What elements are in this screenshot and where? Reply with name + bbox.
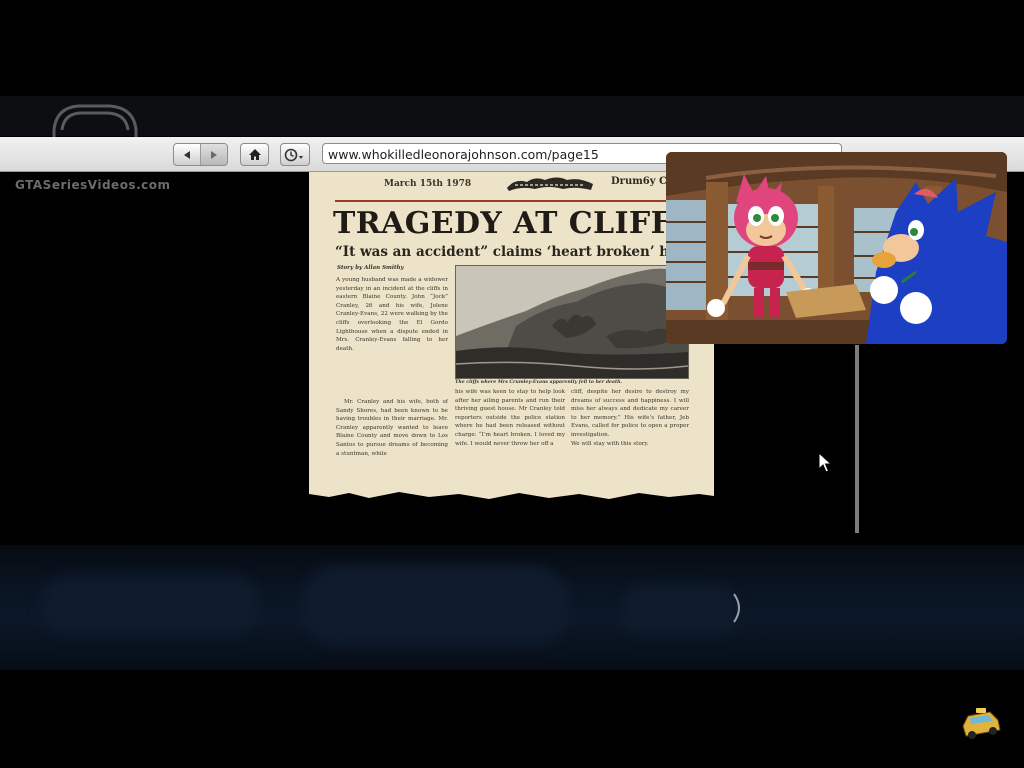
back-button[interactable]	[174, 144, 200, 165]
newspaper-masthead-logo-icon	[507, 177, 593, 191]
screen: GTASeriesVideos.com www.whokilledleonora…	[0, 0, 1024, 768]
photo-caption: The cliffs where Mrs Crumley-Evans appar…	[455, 380, 623, 385]
cliff-photo	[455, 265, 689, 379]
torn-edge	[309, 492, 714, 502]
channel-watermark: GTASeriesVideos.com	[15, 178, 171, 192]
history-nav-buttons	[173, 143, 228, 166]
cartoon-scene	[666, 152, 1007, 344]
background-strip	[0, 545, 1024, 670]
back-arrow-icon	[184, 150, 190, 159]
reflection-glint	[733, 593, 740, 623]
history-menu-button[interactable]	[280, 143, 310, 166]
taxi-cab-logo-icon	[962, 708, 1001, 739]
newspaper-date: March 15th 1978	[384, 179, 472, 189]
home-button[interactable]	[240, 143, 269, 166]
forward-arrow-icon	[211, 150, 217, 159]
newspaper-byline: Story by Allan Smithy	[337, 265, 404, 271]
top-band	[0, 96, 1024, 136]
scroll-indicator[interactable]	[855, 345, 859, 533]
masthead-rule	[335, 200, 714, 202]
article-column-1a: A young husband was made a widower yeste…	[336, 277, 448, 352]
mouse-pointer-icon	[818, 452, 832, 473]
article-column-1b: Mr. Cranley and his wife, both of Sandy …	[336, 399, 448, 457]
clock-history-icon	[284, 148, 303, 161]
forward-button[interactable]	[200, 144, 227, 165]
home-icon	[248, 149, 261, 160]
article-column-2: his wife was keen to stay to help look a…	[455, 389, 565, 447]
newspaper-headline: TRAGEDY AT CLIFF	[333, 206, 673, 241]
newspaper-masthead-title: Drum6y C	[611, 176, 668, 187]
video-overlay[interactable]	[666, 152, 1007, 344]
article-column-3: cliff, despite her desire to destroy my …	[571, 389, 689, 447]
newspaper-subheadline: “It was an accident” claims ‘heart broke…	[335, 244, 705, 260]
newspaper-page: March 15th 1978 Drum6y C TRAGEDY AT CLIF…	[309, 172, 714, 502]
